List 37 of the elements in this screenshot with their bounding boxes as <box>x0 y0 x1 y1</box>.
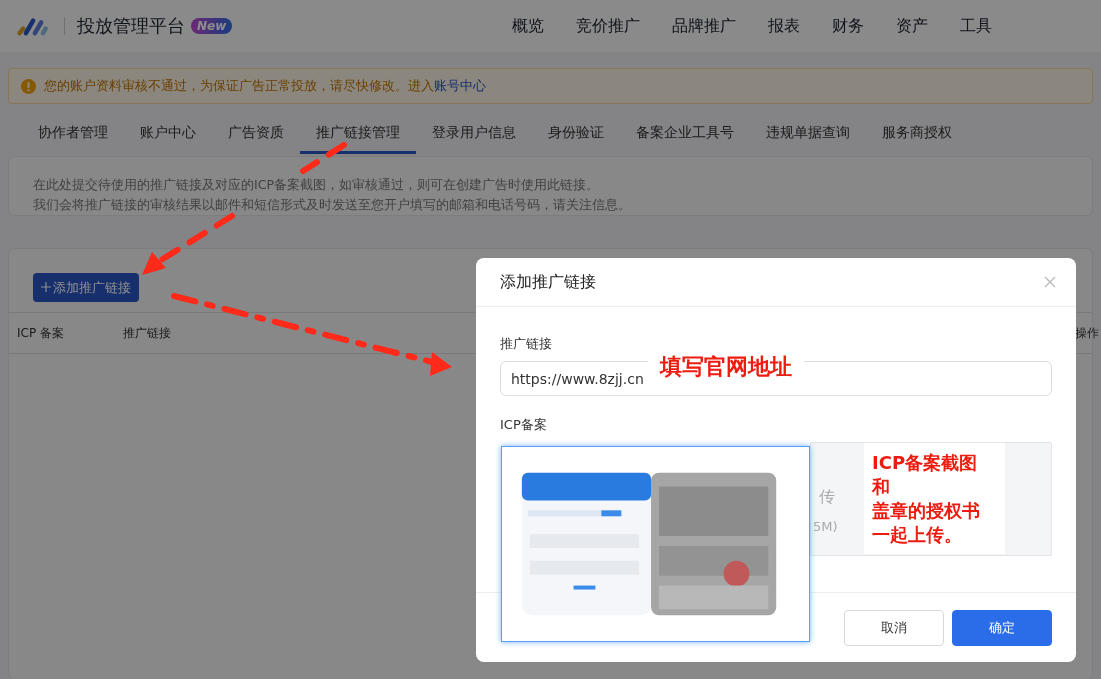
nav-link[interactable]: 品牌推广 <box>672 15 737 37</box>
field-label: ICP备案 <box>500 416 547 434</box>
description-text: 我们会将推广链接的审核结果以邮件和短信形式及时发送至您开户填写的邮箱和电话号码，请关注信息。 <box>33 196 632 214</box>
description-text: 在此处提交待使用的推广链接及对应的ICP备案截图，如审核通过，则可在创建广告时使用此链接。 <box>33 176 600 194</box>
annotation-text: ICP备案截图 和 盖章的授权书 一起上传。 <box>864 443 1005 554</box>
upload-text: 传 <box>819 487 835 508</box>
dialog-title: 添加推广链接 <box>500 271 596 293</box>
nav-link[interactable]: 工具 <box>960 15 993 37</box>
tab[interactable]: 协作者管理 <box>22 114 124 154</box>
warning-text: 您的账户资料审核不通过，为保证广告正常投放，请尽快修改。进入账号中心 <box>44 77 486 95</box>
cancel-button[interactable]: 取消 <box>844 610 944 646</box>
tab[interactable]: 违规单据查询 <box>750 114 866 154</box>
warning-icon <box>21 78 36 94</box>
upload-hint: 5M) <box>813 519 838 534</box>
add-link-button[interactable]: 添加推广链接 <box>33 273 139 302</box>
tab[interactable]: 身份验证 <box>532 114 620 154</box>
nav-link[interactable]: 财务 <box>832 15 865 37</box>
nav-link[interactable]: 概览 <box>512 15 545 37</box>
tab[interactable]: 广告资质 <box>212 114 300 154</box>
column-header: 推广链接 <box>123 324 171 342</box>
nav-link[interactable]: 报表 <box>768 15 801 37</box>
nav-link[interactable]: 资产 <box>896 15 929 37</box>
column-header: ICP 备案 <box>17 324 65 342</box>
column-header: 操作 <box>1075 324 1099 342</box>
account-center-link[interactable]: 账号中心 <box>434 78 486 93</box>
plus-icon <box>41 281 51 292</box>
platform-title: 投放管理平台 <box>77 14 185 38</box>
new-badge: New <box>191 18 233 34</box>
tab[interactable]: 账户中心 <box>124 114 212 154</box>
field-label: 推广链接 <box>500 335 552 353</box>
confirm-button[interactable]: 确定 <box>952 610 1052 646</box>
tab[interactable]: 登录用户信息 <box>416 114 532 154</box>
upload-area[interactable]: 传 5M) ICP备案截图 和 盖章的授权书 一起上传。 <box>810 442 1052 556</box>
tab[interactable]: 服务商授权 <box>866 114 968 154</box>
close-button[interactable] <box>1044 276 1056 288</box>
tab[interactable]: 备案企业工具号 <box>620 114 750 154</box>
nav-link[interactable]: 竞价推广 <box>576 15 641 37</box>
